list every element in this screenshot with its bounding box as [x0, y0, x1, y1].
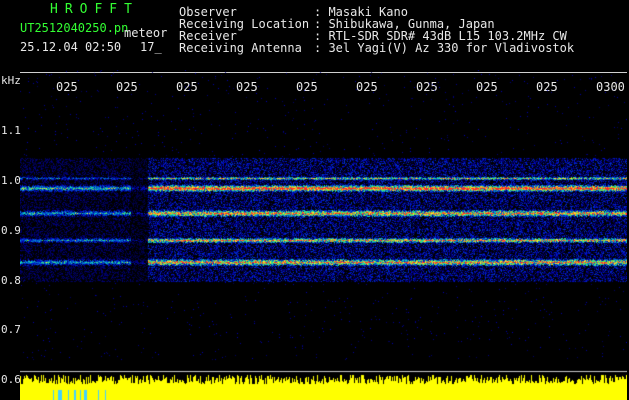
y-tick: 0.6	[1, 373, 21, 386]
y-tick: 0.7	[1, 323, 21, 336]
antenna-label: Receiving Antenna	[179, 41, 302, 55]
file-name: UT2512040250.pn	[20, 21, 129, 35]
spectrogram-canvas	[20, 70, 627, 400]
y-tick: 0.9	[1, 224, 21, 237]
timestamp: 25.12.04 02:50	[20, 40, 122, 54]
app-title: HROFFT	[50, 2, 139, 17]
y-tick: 1.1	[1, 124, 21, 137]
file-tag: meteor	[124, 26, 168, 40]
antenna-value: : 3el Yagi(V) Az 330 for Vladivostok	[314, 41, 575, 55]
count: 17_	[140, 40, 162, 54]
y-tick: 0.8	[1, 274, 21, 287]
y-axis-unit: kHz	[1, 74, 21, 87]
y-tick: 1.0	[1, 174, 21, 187]
